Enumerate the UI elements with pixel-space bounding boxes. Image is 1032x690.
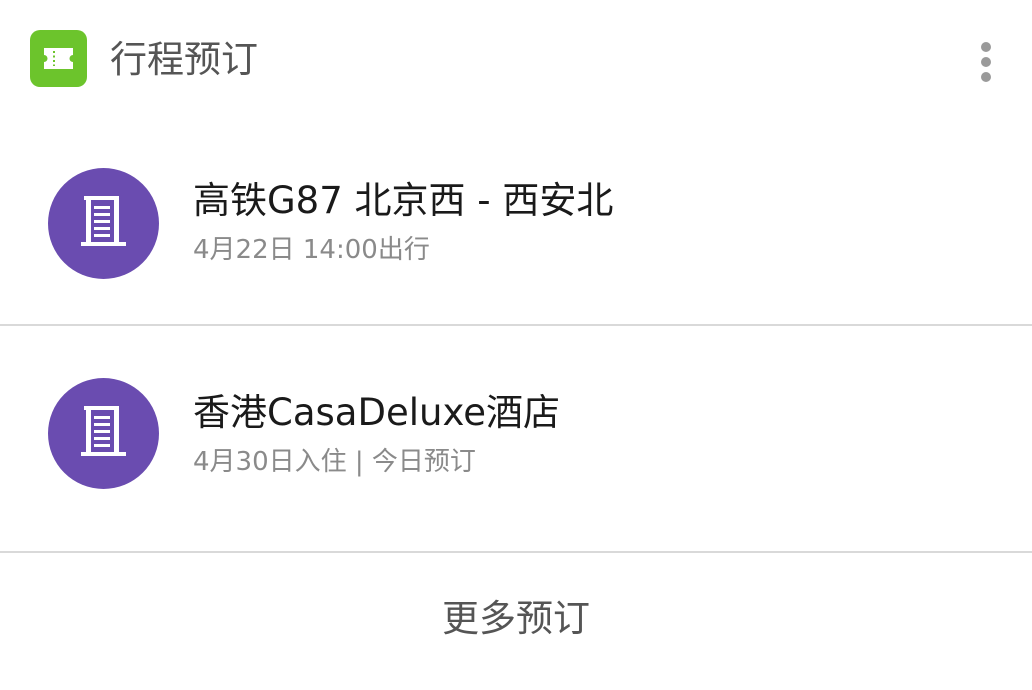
booking-item-hotel[interactable]: 香港CasaDeluxe酒店 4月30日入住 | 今日预订 <box>0 327 1032 552</box>
building-icon <box>48 378 159 489</box>
more-vertical-icon-dot <box>981 57 991 67</box>
more-options-button[interactable] <box>966 36 1006 86</box>
card-header: 行程预订 <box>0 0 1032 120</box>
booking-item-train[interactable]: 高铁G87 北京西 - 西安北 4月22日 14:00出行 <box>0 120 1032 325</box>
booking-title: 香港CasaDeluxe酒店 <box>193 391 560 434</box>
more-bookings-label: 更多预订 <box>442 597 590 640</box>
more-bookings-button[interactable]: 更多预订 <box>0 553 1032 690</box>
booking-subtitle: 4月30日入住 | 今日预订 <box>193 447 476 477</box>
ticket-icon <box>30 30 87 87</box>
card-title: 行程预订 <box>110 38 258 81</box>
divider <box>0 324 1032 326</box>
building-icon <box>48 168 159 279</box>
booking-subtitle: 4月22日 14:00出行 <box>193 235 430 265</box>
itinerary-card: 行程预订 高铁G87 北京西 - 西安北 4月22日 14:00出行 香港Cas… <box>0 0 1032 690</box>
more-vertical-icon-dot <box>981 72 991 82</box>
more-vertical-icon <box>981 42 991 52</box>
booking-title: 高铁G87 北京西 - 西安北 <box>193 179 614 222</box>
